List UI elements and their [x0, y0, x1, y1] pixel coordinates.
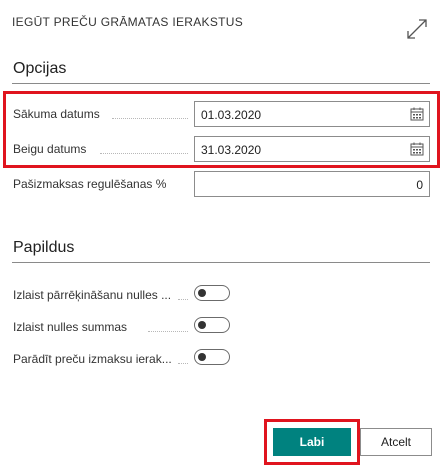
toggle-knob — [198, 353, 206, 361]
toggle-label-zero: Izlaist nulles summas — [13, 320, 128, 334]
highlight-box-dates — [3, 91, 440, 168]
leader-dots — [178, 298, 188, 300]
toggle-knob — [198, 289, 206, 297]
toggle-label-recalc: Izlaist pārrēķināšanu nulles ... — [13, 288, 172, 302]
ok-button[interactable]: Labi — [273, 428, 351, 456]
toggle-skip-recalc[interactable] — [194, 285, 230, 301]
toggle-knob — [198, 321, 206, 329]
cost-adjustment-field[interactable]: 0 — [194, 171, 430, 197]
cost-adjustment-label: Pašizmaksas regulēšanas % — [13, 177, 167, 191]
toggle-skip-zero[interactable] — [194, 317, 230, 333]
dialog-title: IEGŪT PREČU GRĀMATAS IERAKSTUS — [12, 15, 244, 29]
toggle-label-show-cost: Parādīt preču izmaksu ierak... — [13, 352, 172, 366]
options-section-title: Opcijas — [13, 60, 67, 77]
options-divider — [12, 83, 430, 84]
leader-dots — [148, 330, 188, 332]
leader-dots — [178, 362, 188, 364]
cancel-button[interactable]: Atcelt — [360, 428, 432, 456]
additional-divider — [12, 262, 430, 263]
expand-arrows-icon[interactable] — [406, 18, 428, 40]
additional-section-title: Papildus — [13, 239, 75, 256]
toggle-show-cost[interactable] — [194, 349, 230, 365]
dialog: IEGŪT PREČU GRĀMATAS IERAKSTUS Opcijas S… — [0, 0, 446, 469]
cost-adjustment-value: 0 — [416, 178, 423, 192]
